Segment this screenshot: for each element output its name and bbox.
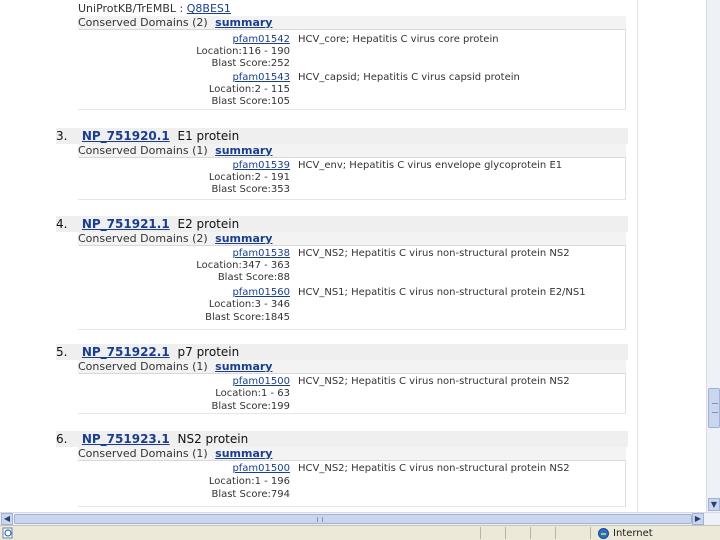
status-divider [505,527,506,539]
domain-blast-score: Blast Score:199 [211,401,290,412]
result-header: 5. NP_751922.1 p7 protein [56,344,628,360]
conserved-domains-bar: Conserved Domains (2) summary [78,16,626,30]
summary-link[interactable]: summary [215,16,272,29]
domain-description: HCV_env; Hepatitis C virus envelope glyc… [298,160,563,171]
protein-name: E2 protein [177,217,240,231]
scroll-down-arrow-icon[interactable]: ▼ [708,498,720,511]
status-divider [555,527,556,539]
pfam-link[interactable]: pfam01539 [232,160,290,171]
accession-link[interactable]: NP_751921.1 [82,217,170,231]
status-divider [590,527,591,539]
status-divider [530,527,531,539]
xref-line: UniProtKB/TrEMBL : Q8BES1 [78,2,231,15]
conserved-domains-bar: Conserved Domains (1) summary [78,360,626,374]
result-number: 4. [56,217,68,231]
result-number: 6. [56,432,68,446]
domain-description: HCV_capsid; Hepatitis C virus capsid pro… [298,72,520,83]
status-bar: Internet [0,525,720,540]
pfam-link[interactable]: pfam01500 [232,376,290,387]
horizontal-scroll-thumb[interactable] [14,514,692,524]
domain-description: HCV_NS2; Hepatitis C virus non-structura… [298,376,570,387]
accession-link[interactable]: NP_751923.1 [82,432,170,446]
domain-location: Location:3 - 346 [208,299,290,310]
horizontal-scrollbar[interactable]: ◀ ▶ [0,512,720,525]
browser-viewport: UniProtKB/TrEMBL : Q8BES1 Conserved Doma… [0,0,706,512]
zone-label: Internet [613,527,653,539]
result-header: 4. NP_751921.1 E2 protein [56,216,628,232]
domain-blast-score: Blast Score:353 [211,184,290,195]
domain-location: Location:116 - 190 [196,46,290,57]
page-margin [0,0,44,512]
conserved-domains-bar: Conserved Domains (1) summary [78,447,626,461]
summary-link[interactable]: summary [215,447,272,460]
conserved-domains-label: Conserved Domains (1) [78,447,208,460]
pfam-link[interactable]: pfam01543 [232,72,290,83]
summary-link[interactable]: summary [215,360,272,373]
scroll-left-arrow-icon[interactable]: ◀ [1,513,13,525]
result-header: 6. NP_751923.1 NS2 protein [56,431,628,447]
vertical-scrollbar[interactable]: ▼ [706,0,720,512]
domain-location: Location:2 - 115 [208,84,290,95]
pfam-link[interactable]: pfam01542 [232,34,290,45]
domain-location: Location:347 - 363 [196,260,290,271]
domain-blast-score: Blast Score:252 [211,58,290,69]
conserved-domains-label: Conserved Domains (1) [78,144,208,157]
domain-location: Location:1 - 63 [215,388,290,399]
result-header: 3. NP_751920.1 E1 protein [56,128,628,144]
xref-label: UniProtKB/TrEMBL : [78,2,184,15]
xref-link[interactable]: Q8BES1 [187,2,231,15]
summary-link[interactable]: summary [215,144,272,157]
pfam-link[interactable]: pfam01538 [232,248,290,259]
security-zone[interactable]: Internet [598,527,653,539]
domain-description: HCV_NS2; Hepatitis C virus non-structura… [298,463,570,474]
scroll-right-arrow-icon[interactable]: ▶ [692,513,704,525]
domain-location: Location:2 - 191 [208,172,290,183]
domain-description: HCV_core; Hepatitis C virus core protein [298,34,499,45]
scroll-grip-icon [712,403,718,413]
domain-blast-score: Blast Score:105 [211,96,290,107]
result-number: 3. [56,129,68,143]
vertical-scroll-thumb[interactable] [708,388,720,428]
status-divider [480,527,481,539]
protein-name: E1 protein [177,129,240,143]
ie-page-icon [2,527,13,539]
domain-location: Location:1 - 196 [208,476,290,487]
summary-link[interactable]: summary [215,232,272,245]
conserved-domains-bar: Conserved Domains (1) summary [78,144,626,158]
domain-description: HCV_NS2; Hepatitis C virus non-structura… [298,248,570,259]
domain-blast-score: Blast Score:88 [217,272,290,283]
scroll-grip-icon [317,517,323,522]
domain-blast-score: Blast Score:794 [211,489,290,500]
conserved-domains-bar: Conserved Domains (2) summary [78,232,626,246]
pfam-link[interactable]: pfam01560 [232,287,290,298]
domain-blast-score: Blast Score:1845 [205,312,290,323]
accession-link[interactable]: NP_751920.1 [82,129,170,143]
conserved-domains-label: Conserved Domains (2) [78,16,208,29]
conserved-domains-label: Conserved Domains (2) [78,232,208,245]
conserved-domains-label: Conserved Domains (1) [78,360,208,373]
domain-description: HCV_NS1; Hepatitis C virus non-structura… [298,287,586,298]
result-number: 5. [56,345,68,359]
protein-name: p7 protein [177,345,240,359]
protein-name: NS2 protein [177,432,249,446]
globe-icon [598,527,609,539]
pfam-link[interactable]: pfam01500 [232,463,290,474]
accession-link[interactable]: NP_751922.1 [82,345,170,359]
